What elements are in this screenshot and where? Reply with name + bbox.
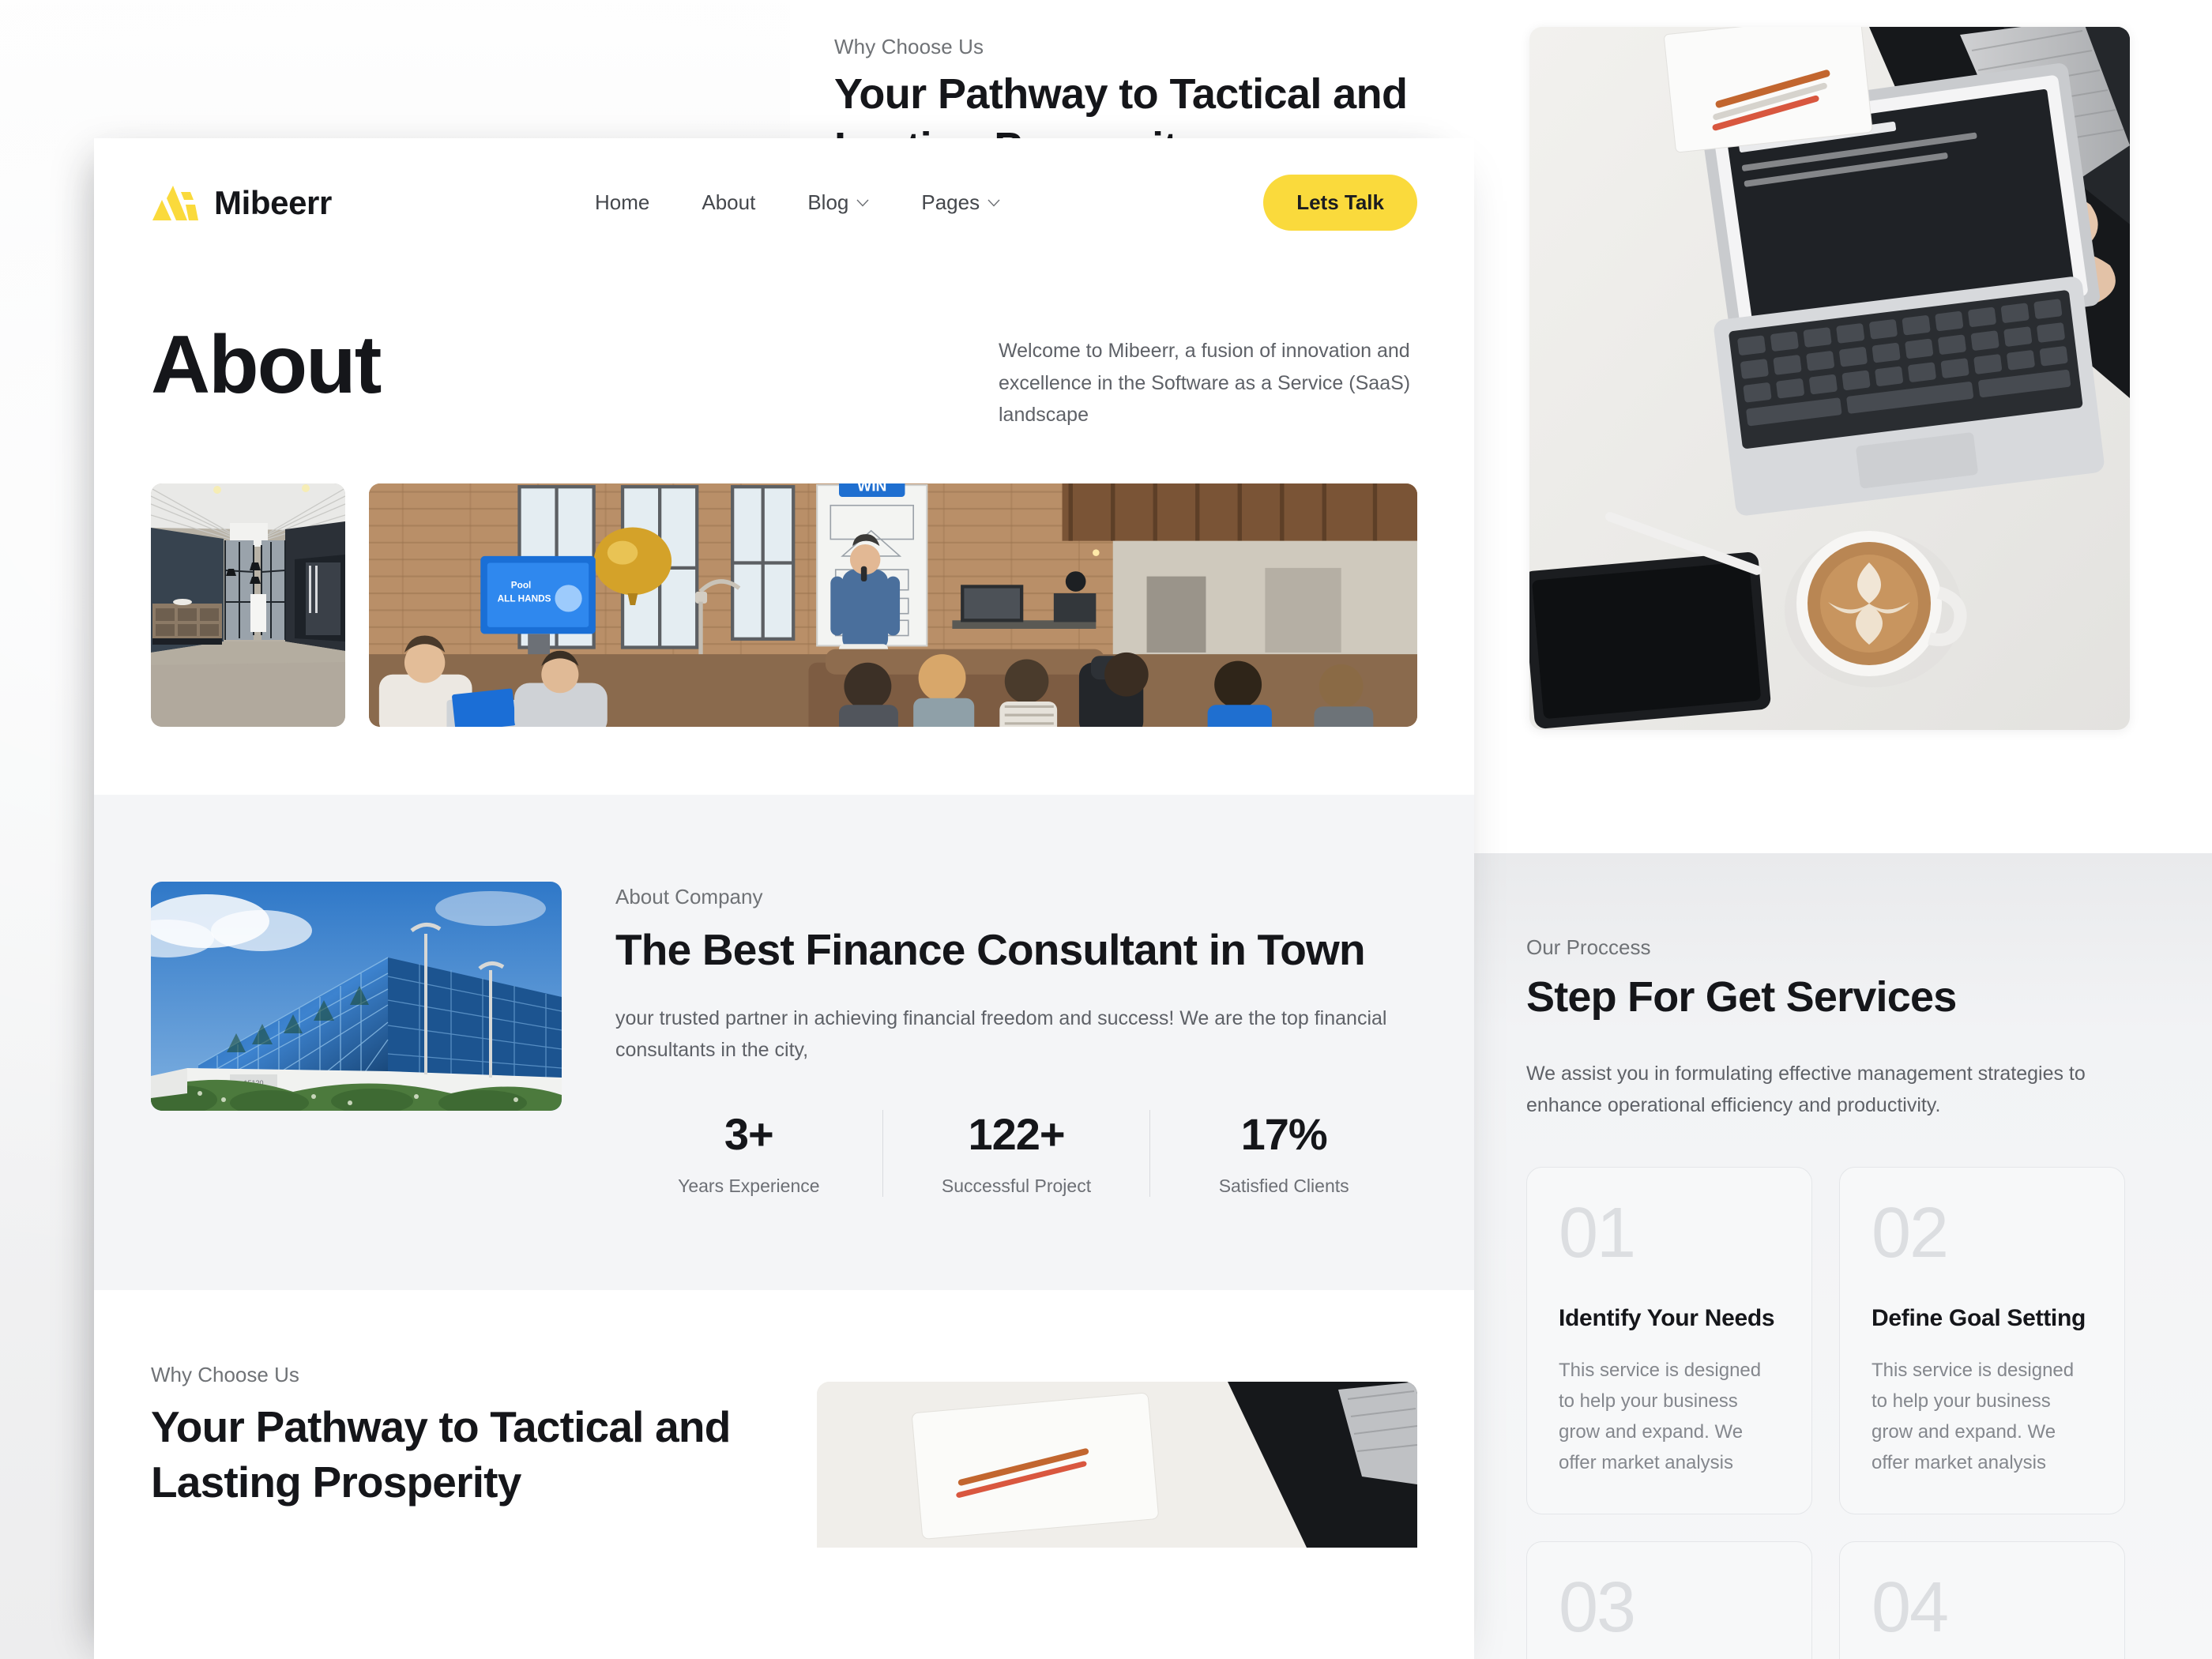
process-card-text: This service is designed to help your bu…: [1872, 1360, 2075, 1473]
about-company-text: your trusted partner in achieving financ…: [615, 1006, 1387, 1061]
main-page-card: Mibeerr Home About Blog Pages Lets Talk …: [94, 138, 1474, 1659]
peek-eyebrow: Why Choose Us: [834, 35, 984, 58]
about-company-copy: About Company The Best Finance Consultan…: [615, 882, 1417, 1198]
process-title: Step For Get Services: [1526, 973, 1957, 1021]
stat-item: 3+ Years Experience: [615, 1110, 882, 1198]
chevron-down-icon: [988, 199, 1000, 207]
why-choose-us-copy: Why Choose Us Your Pathway to Tactical a…: [151, 1363, 769, 1510]
office-corridor-photo: [151, 483, 345, 727]
stats-row: 3+ Years Experience 122+ Successful Proj…: [615, 1110, 1417, 1198]
desk-laptop-photo: [817, 1382, 1417, 1548]
svg-text:ALL HANDS: ALL HANDS: [498, 593, 551, 604]
process-card-title: Define Goal Setting: [1872, 1305, 2086, 1331]
about-company-eyebrow: About Company: [615, 884, 763, 908]
stat-value: 3+: [724, 1108, 774, 1159]
process-card[interactable]: 02 Define Goal Setting This service is d…: [1839, 1167, 2125, 1514]
about-company-section: 15120: [94, 794, 1474, 1291]
nav-links: Home About Blog Pages: [595, 190, 1000, 215]
mountain-logo-icon: [151, 184, 200, 222]
process-description: We assist you in formulating effective m…: [1526, 1063, 2086, 1116]
nav-link-label: Blog: [807, 190, 849, 214]
stat-label: Years Experience: [678, 1176, 820, 1197]
screenshot-stage: Why Choose Us Your Pathway to Tactical a…: [0, 0, 2212, 1659]
stat-item: 122+ Successful Project: [882, 1110, 1150, 1198]
nav-link-about[interactable]: About: [702, 190, 755, 215]
hero-lead-text: Welcome to Mibeerr, a fusion of innovati…: [999, 340, 1411, 426]
hero-image-row: WIN Pool ALL HANDS: [94, 431, 1474, 727]
process-card-text: This service is designed to help your bu…: [1559, 1360, 1762, 1473]
chevron-down-icon: [856, 199, 869, 207]
process-card-number: 03: [1559, 1567, 1636, 1647]
process-card[interactable]: 04: [1839, 1540, 2125, 1659]
process-card[interactable]: 03: [1526, 1540, 1812, 1659]
stat-item: 17% Satisfied Clients: [1149, 1110, 1417, 1198]
about-hero: About Welcome to Mibeerr, a fusion of in…: [94, 231, 1474, 431]
nav-link-pages[interactable]: Pages: [921, 190, 1000, 215]
process-eyebrow: Our Proccess: [1526, 935, 1651, 959]
about-company-title: The Best Finance Consultant in Town: [615, 924, 1366, 974]
process-card-number: 02: [1872, 1194, 1949, 1273]
lets-talk-button[interactable]: Lets Talk: [1263, 175, 1417, 231]
stat-label: Successful Project: [941, 1176, 1092, 1197]
page-title: About: [151, 319, 382, 411]
brand[interactable]: Mibeerr: [151, 184, 332, 222]
process-panel: Our Proccess Step For Get Services We as…: [1474, 853, 2212, 1659]
navbar: Mibeerr Home About Blog Pages Lets Talk: [94, 138, 1474, 231]
laptop-desk-coffee-overhead-photo: [1529, 27, 2130, 730]
team-meeting-presentation-photo: WIN Pool ALL HANDS: [369, 483, 1417, 727]
stat-value: 17%: [1240, 1108, 1328, 1159]
process-card-grid: 01 Identify Your Needs This service is d…: [1526, 1167, 2125, 1659]
nav-link-home[interactable]: Home: [595, 190, 649, 215]
why-choose-us-section: Why Choose Us Your Pathway to Tactical a…: [94, 1290, 1474, 1548]
nav-link-label: Pages: [921, 190, 980, 214]
why-choose-us-eyebrow: Why Choose Us: [151, 1363, 299, 1387]
background-page-top: Why Choose Us Your Pathway to Tactical a…: [790, 0, 1501, 146]
nav-link-blog[interactable]: Blog: [807, 190, 869, 215]
brand-name: Mibeerr: [214, 183, 332, 221]
peek-title: Your Pathway to Tactical and Lasting Pro…: [834, 70, 1408, 146]
nav-link-label: Home: [595, 190, 650, 214]
stat-value: 122+: [968, 1108, 1065, 1159]
right-photo-panel: [1474, 0, 2212, 853]
process-card[interactable]: 01 Identify Your Needs This service is d…: [1526, 1167, 1812, 1514]
process-card-title: Identify Your Needs: [1559, 1305, 1775, 1331]
process-card-number: 01: [1559, 1194, 1636, 1273]
why-choose-us-title: Your Pathway to Tactical and Lasting Pro…: [151, 1402, 731, 1507]
svg-text:WIN: WIN: [857, 483, 886, 495]
process-card-number: 04: [1872, 1567, 1949, 1647]
stat-label: Satisfied Clients: [1218, 1176, 1349, 1197]
svg-text:Pool: Pool: [511, 580, 532, 590]
glass-office-building-photo: 15120: [151, 881, 562, 1111]
nav-link-label: About: [702, 190, 756, 214]
